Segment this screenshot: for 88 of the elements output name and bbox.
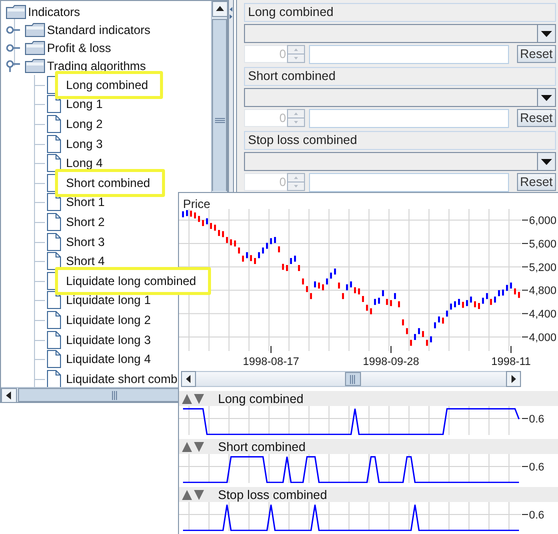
- axis-label: 1998-08-17: [242, 356, 300, 368]
- document-icon: [47, 370, 61, 387]
- tree-item[interactable]: Short 1: [66, 195, 105, 210]
- folder-icon: [6, 5, 26, 19]
- tree-item[interactable]: Liquidate long 1: [66, 293, 151, 308]
- document-icon: [47, 252, 61, 270]
- axis-label: 0.6: [522, 414, 544, 426]
- scroll-up-button[interactable]: [212, 1, 228, 17]
- axis-label: 4,000: [522, 332, 557, 344]
- axis-label: 4,800: [522, 285, 557, 298]
- tree-item[interactable]: Trading algorithms: [47, 59, 146, 73]
- axis-label: 4,400: [522, 308, 557, 321]
- axis-label: 1998-09-28: [362, 356, 420, 368]
- caret-icon: [541, 158, 552, 164]
- tree-item[interactable]: Long 4: [66, 156, 103, 170]
- horizontal-scrollbar[interactable]: [181, 371, 521, 387]
- axis-label: 0.6: [522, 510, 544, 522]
- tree-item[interactable]: Standard indicators: [47, 23, 150, 37]
- tree-item[interactable]: Liquidate long 4: [66, 352, 151, 366]
- document-icon: [47, 193, 61, 212]
- y-tick-label: 6,000: [529, 215, 557, 228]
- tree-item[interactable]: Long 1: [66, 97, 103, 112]
- caret-icon: [541, 30, 552, 36]
- text-field[interactable]: [309, 172, 509, 192]
- folder-icon: [25, 41, 45, 55]
- document-icon: [47, 114, 61, 133]
- folder-icon: [25, 59, 45, 73]
- tree-item[interactable]: Liquidate short comb: [66, 372, 178, 386]
- scrollbar-thumb[interactable]: [18, 388, 178, 402]
- document-icon: [47, 154, 61, 172]
- tree-item[interactable]: Liquidate long 3: [66, 332, 151, 347]
- scrollbar-thumb[interactable]: [345, 372, 361, 386]
- move-up-button[interactable]: [182, 442, 192, 452]
- text-field[interactable]: [309, 108, 509, 128]
- scroll-left-button[interactable]: [181, 371, 196, 387]
- move-up-button[interactable]: [182, 490, 192, 500]
- document-icon: [47, 330, 61, 349]
- tree-item[interactable]: Profit & loss: [47, 41, 112, 55]
- axis-label: 0.6: [522, 462, 544, 474]
- chart-title: Price: [183, 197, 210, 211]
- tree-handle-icon[interactable]: [6, 26, 20, 34]
- tree-item[interactable]: Long 3: [66, 136, 103, 151]
- tree-item[interactable]: Short 2: [66, 214, 105, 229]
- axis-label: 5,200: [522, 262, 557, 274]
- tree-handle-icon[interactable]: [6, 44, 20, 52]
- axis-label: 6,000: [522, 215, 557, 228]
- scroll-right-button[interactable]: [506, 371, 521, 387]
- document-icon: [47, 232, 61, 251]
- tree-item[interactable]: Long 2: [66, 116, 103, 131]
- tree-handle-icon[interactable]: [6, 60, 20, 72]
- reset-button[interactable]: Reset: [517, 173, 556, 191]
- scrollbar-thumb[interactable]: [212, 19, 227, 191]
- document-icon: [47, 291, 61, 310]
- tree-item[interactable]: Indicators: [28, 5, 80, 19]
- tree-item[interactable]: Short 3: [66, 234, 105, 249]
- y-tick-label: 5,200: [529, 262, 557, 274]
- chart-title: Stop loss combined: [218, 488, 328, 502]
- folder-icon: [25, 23, 45, 37]
- move-down-button[interactable]: [194, 394, 204, 404]
- group-title: Long combined: [244, 3, 556, 22]
- y-tick-label: 4,800: [529, 285, 557, 298]
- dropdown[interactable]: [244, 88, 556, 107]
- caret-icon: [541, 94, 552, 100]
- chart-title: Short combined: [218, 440, 306, 454]
- y-tick-label: 4,400: [529, 308, 557, 321]
- reset-button[interactable]: Reset: [517, 109, 556, 127]
- document-icon: [47, 212, 61, 231]
- move-down-button[interactable]: [194, 490, 204, 500]
- chart-title: Long combined: [218, 392, 304, 406]
- group-title: Stop loss combined: [244, 131, 556, 150]
- tree-item[interactable]: Short 4: [66, 254, 105, 268]
- dropdown[interactable]: [244, 24, 556, 43]
- tree-item[interactable]: Liquidate long 2: [66, 312, 151, 327]
- text-field[interactable]: [309, 44, 509, 64]
- axis-label: 1998-11: [491, 356, 531, 368]
- dropdown[interactable]: [244, 152, 556, 171]
- document-icon: [47, 350, 61, 368]
- y-tick-label: 4,000: [529, 332, 557, 344]
- y-tick-label: 5,600: [529, 238, 557, 250]
- document-icon: [47, 95, 61, 114]
- move-down-button[interactable]: [194, 442, 204, 452]
- document-icon: [47, 134, 61, 153]
- group-title: Short combined: [244, 67, 556, 86]
- reset-button[interactable]: Reset: [517, 45, 556, 63]
- move-up-button[interactable]: [182, 394, 192, 404]
- document-icon: [47, 310, 61, 329]
- axis-label: 5,600: [522, 238, 557, 250]
- scroll-left-button[interactable]: [1, 388, 17, 403]
